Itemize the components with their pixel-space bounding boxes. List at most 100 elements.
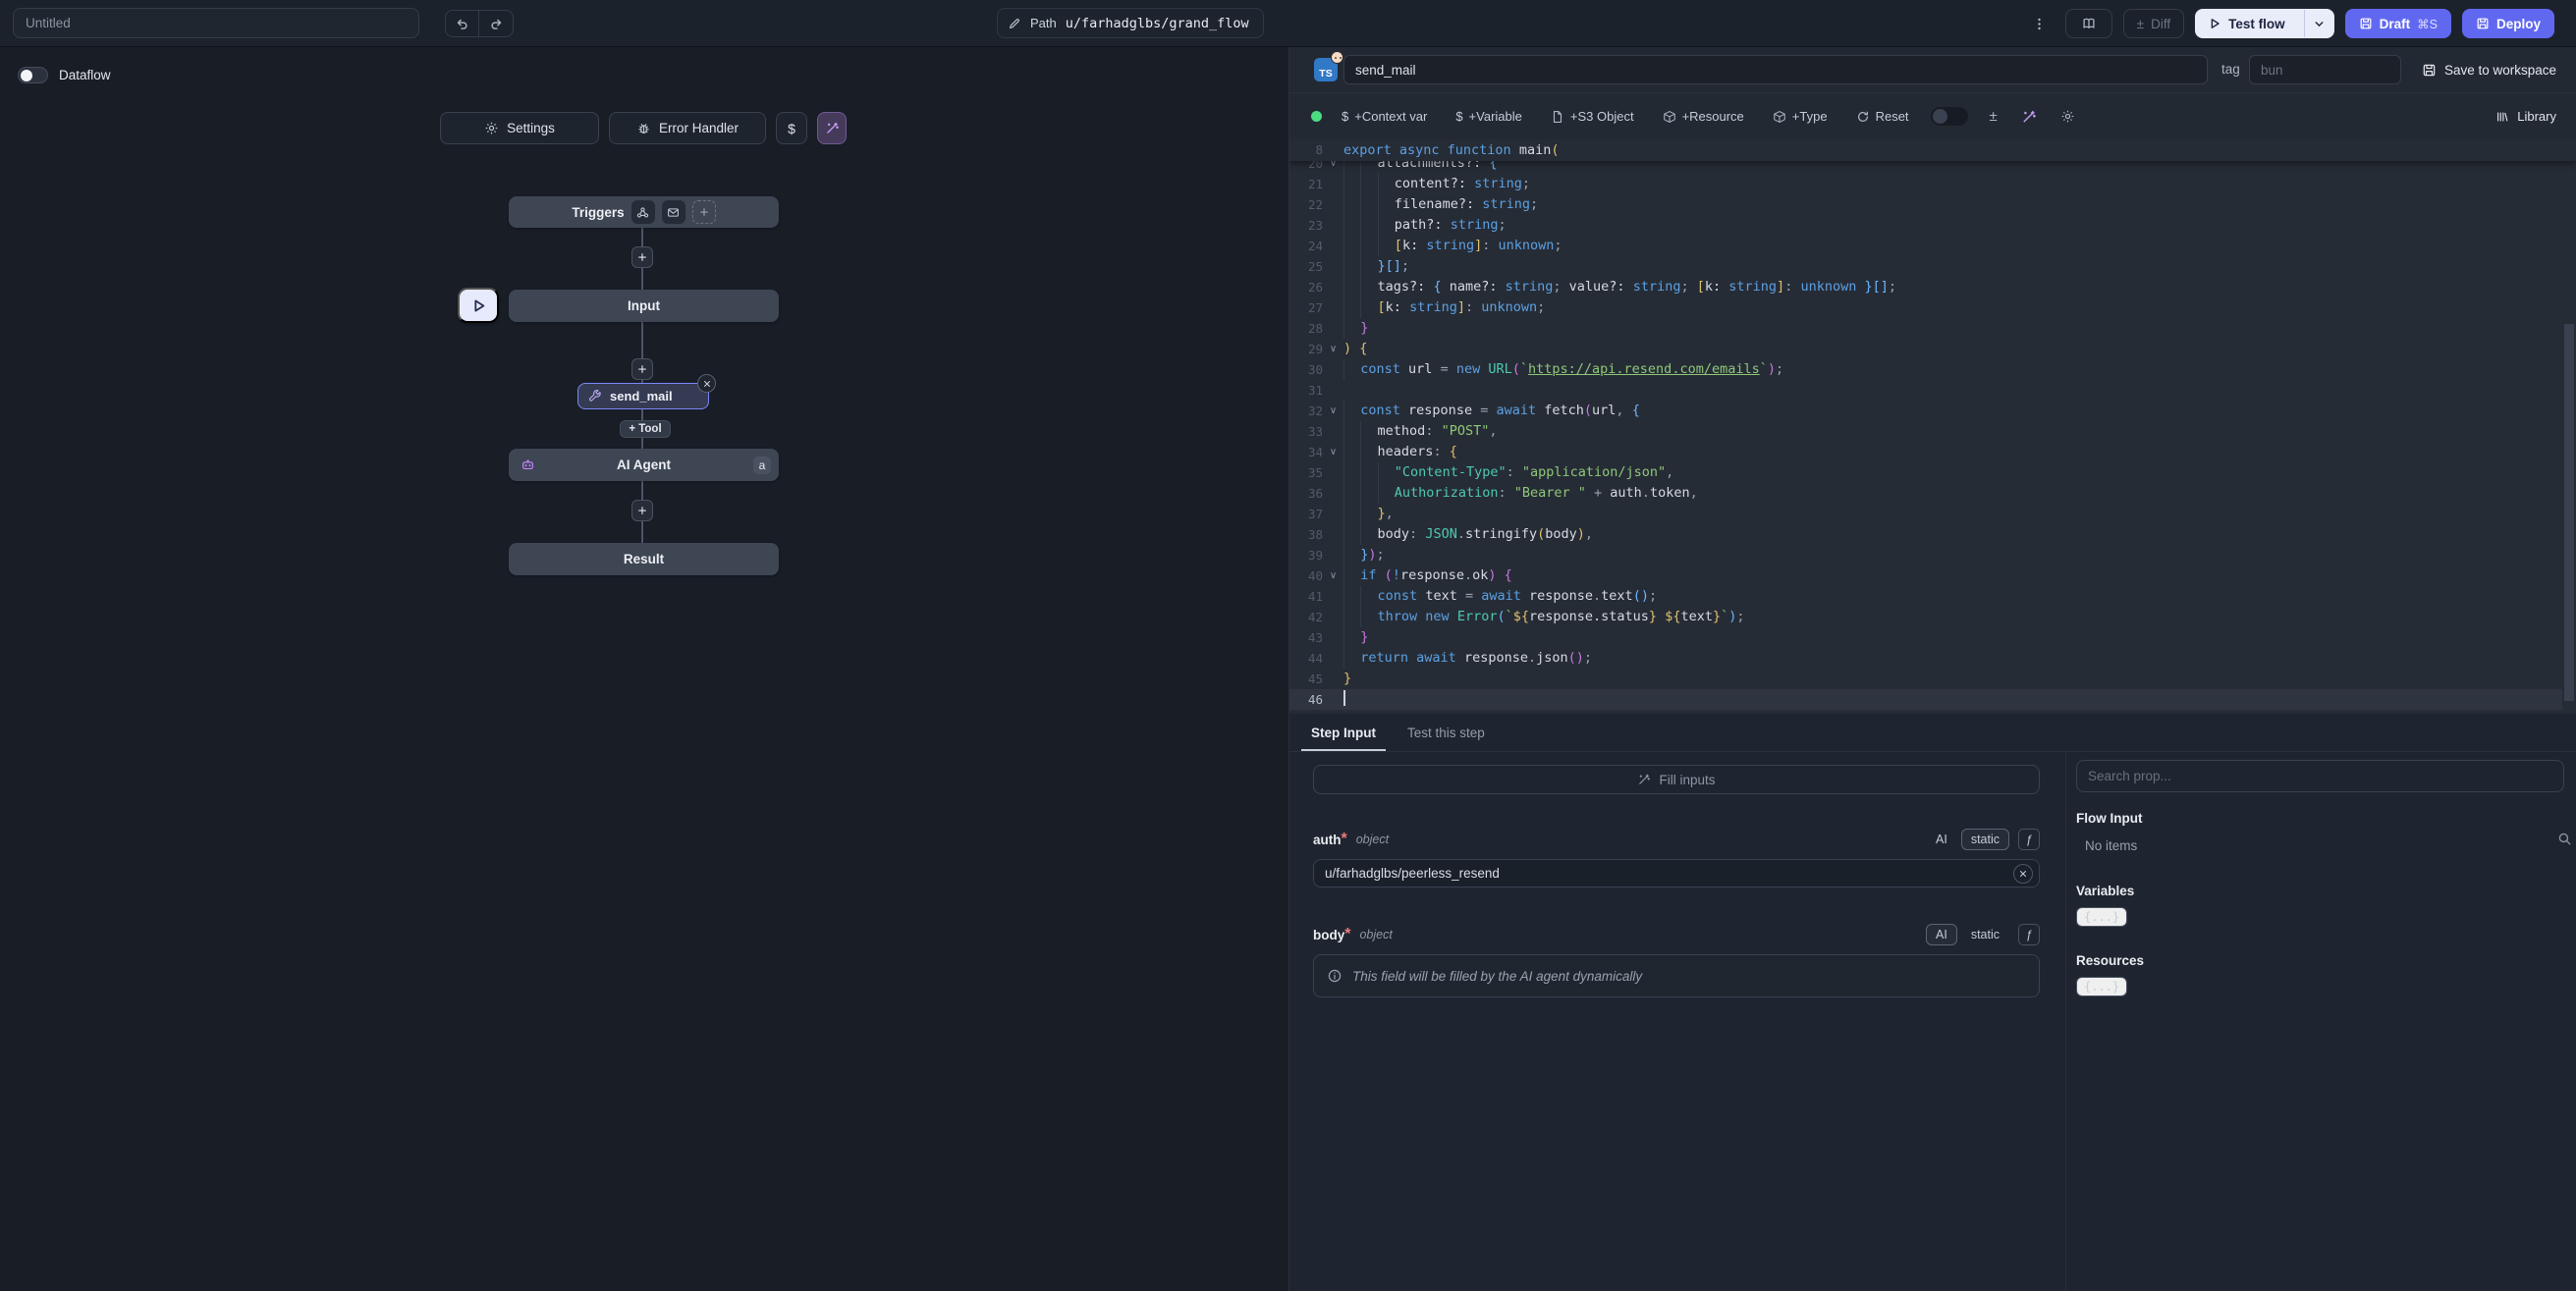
body-mode-static-button[interactable]: static [1961,924,2009,945]
node-ai-agent[interactable]: AI Agent a [509,449,779,481]
code-line-45[interactable]: 45} [1289,669,2562,689]
code-line-43[interactable]: 43 } [1289,627,2562,648]
add-context-var-button[interactable]: $ +Context var [1342,109,1427,124]
ai-assistant-button[interactable] [817,112,847,144]
draft-button[interactable]: Draft ⌘S [2345,9,2451,38]
tab-step-input[interactable]: Step Input [1309,714,1378,751]
body-expression-button[interactable]: ƒ [2018,924,2040,945]
search-icon[interactable] [2556,831,2573,850]
code-line-23[interactable]: 23 path?: string; [1289,215,2562,236]
indent-guide [1360,194,1377,215]
remove-tool-button[interactable] [697,374,716,393]
code-line-31[interactable]: 31 [1289,380,2562,401]
auth-field-name: auth [1313,833,1342,847]
code-line-36[interactable]: 36 Authorization: "Bearer " + auth.token… [1289,483,2562,504]
tab-test-this-step[interactable]: Test this step [1405,714,1487,751]
code-line-39[interactable]: 39 }); [1289,545,2562,565]
code-line-33[interactable]: 33 method: "POST", [1289,421,2562,442]
code-line-34[interactable]: 34∨ headers: { [1289,442,2562,462]
node-input[interactable]: Input [509,290,779,322]
code-line-24[interactable]: 24 [k: string]: unknown; [1289,236,2562,256]
insert-step-button-bottom[interactable] [631,500,653,521]
variables-object-badge[interactable]: {...} [2076,907,2127,927]
context-variables-button[interactable]: $ [776,112,807,144]
auth-resource-input[interactable] [1313,859,2040,888]
fill-inputs-button[interactable]: Fill inputs [1313,765,2040,794]
add-trigger-button[interactable] [692,200,716,224]
test-flow-dropdown[interactable] [2304,10,2333,37]
dataflow-toggle[interactable] [18,67,48,83]
auth-mode-ai-button[interactable]: AI [1926,829,1957,850]
code-line-8[interactable]: 8export async function main( [1289,139,2576,161]
indent-guide [1343,504,1360,524]
step-name-input[interactable] [1343,55,2208,84]
line-number: 28 [1289,318,1323,339]
test-flow-button[interactable]: Test flow [2196,10,2297,37]
flow-settings-button[interactable]: Settings [440,112,599,144]
email-trigger-icon[interactable] [662,200,685,224]
docs-button[interactable] [2065,9,2112,38]
code-line-27[interactable]: 27 [k: string]: unknown; [1289,297,2562,318]
save-to-workspace-button[interactable]: Save to workspace [2422,47,2556,93]
redo-button[interactable] [479,11,513,36]
body-mode-ai-button[interactable]: AI [1926,924,1957,945]
add-s3-object-button[interactable]: +S3 Object [1551,109,1634,124]
code-line-46[interactable]: 46 [1289,689,2562,710]
auth-mode-static-button[interactable]: static [1961,829,2009,850]
code-line-29[interactable]: 29∨) { [1289,339,2562,359]
code-line-41[interactable]: 41 const text = await response.text(); [1289,586,2562,607]
editor-settings-button[interactable] [2060,109,2075,124]
insert-step-button-middle[interactable] [631,358,653,380]
fold-chevron-icon[interactable]: ∨ [1323,401,1343,421]
indent-guide [1343,297,1360,318]
code-line-38[interactable]: 38 body: JSON.stringify(body), [1289,524,2562,545]
diff-button[interactable]: ± Diff [2123,9,2184,38]
reset-button[interactable]: Reset [1856,109,1909,124]
node-triggers[interactable]: Triggers [509,196,779,228]
editor-toggle[interactable] [1931,107,1968,126]
code-line-22[interactable]: 22 filename?: string; [1289,194,2562,215]
code-line-28[interactable]: 28 } [1289,318,2562,339]
auth-expression-button[interactable]: ƒ [2018,829,2040,850]
code-line-32[interactable]: 32∨ const response = await fetch(url, { [1289,401,2562,421]
more-menu-button[interactable] [2025,9,2055,38]
line-number: 37 [1289,504,1323,524]
ai-generate-button[interactable] [2021,109,2037,125]
code-line-35[interactable]: 35 "Content-Type": "application/json", [1289,462,2562,483]
error-handler-button[interactable]: Error Handler [609,112,766,144]
clear-auth-button[interactable] [2013,864,2033,884]
tag-input[interactable] [2249,55,2401,84]
library-button[interactable]: Library [2495,109,2556,124]
fold-chevron-icon[interactable]: ∨ [1323,339,1343,359]
undo-button[interactable] [446,11,479,36]
code-line-30[interactable]: 30 const url = new URL(`https://api.rese… [1289,359,2562,380]
prop-search-input[interactable] [2076,760,2564,792]
code-line-37[interactable]: 37 }, [1289,504,2562,524]
deploy-button[interactable]: Deploy [2462,9,2554,38]
node-send-mail-tool[interactable]: send_mail [577,383,709,409]
node-result[interactable]: Result [509,543,779,575]
editor-scrollbar[interactable] [2564,324,2574,701]
flow-summary-input[interactable] [13,8,419,38]
code-editor[interactable]: 20∨ attachments?: {21 content?: string;2… [1289,139,2576,714]
fold-chevron-icon[interactable]: ∨ [1323,565,1343,586]
code-line-25[interactable]: 25 }[]; [1289,256,2562,277]
add-variable-button[interactable]: $ +Variable [1455,109,1522,124]
fold-chevron-icon[interactable]: ∨ [1323,442,1343,462]
code-lines: 20∨ attachments?: {21 content?: string;2… [1289,153,2562,710]
code-token: response [1529,588,1593,604]
run-input-button[interactable] [458,288,499,323]
code-line-40[interactable]: 40∨ if (!response.ok) { [1289,565,2562,586]
add-type-button[interactable]: +Type [1773,109,1828,124]
code-line-21[interactable]: 21 content?: string; [1289,174,2562,194]
add-tool-button[interactable]: + Tool [620,420,671,438]
webhook-trigger-icon[interactable] [631,200,655,224]
code-line-26[interactable]: 26 tags?: { name?: string; value?: strin… [1289,277,2562,297]
add-resource-button[interactable]: +Resource [1663,109,1744,124]
code-line-44[interactable]: 44 return await response.json(); [1289,648,2562,669]
diff-mode-button[interactable]: ± [1990,108,1998,125]
flow-path-field[interactable]: Path u/farhadglbs/grand_flow [997,8,1264,38]
resources-object-badge[interactable]: {...} [2076,977,2127,996]
insert-step-button-top[interactable] [631,246,653,268]
code-line-42[interactable]: 42 throw new Error(`${response.status} $… [1289,607,2562,627]
